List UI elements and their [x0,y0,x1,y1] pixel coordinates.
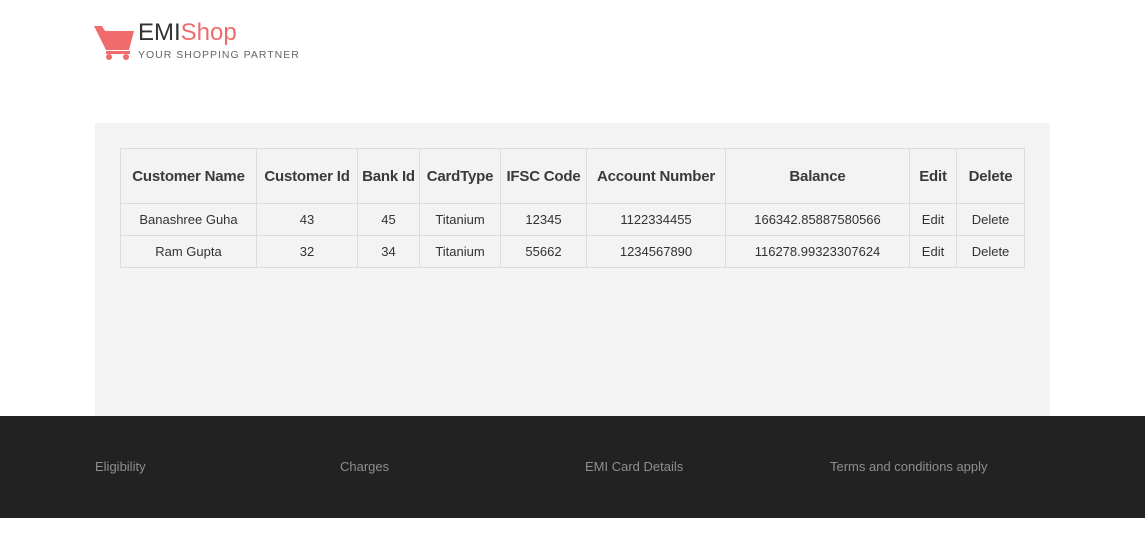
footer-link-emi-card-details[interactable]: EMI Card Details [585,459,683,474]
cell-account-number: 1234567890 [586,235,726,268]
header-card-type: CardType [419,148,501,204]
table-row: Ram Gupta 32 34 Titanium 55662 123456789… [120,235,1025,268]
main-content: Customer Name Customer Id Bank Id CardTy… [95,123,1050,416]
header-delete: Delete [956,148,1025,204]
cell-customer-name: Ram Gupta [120,235,257,268]
cell-account-number: 1122334455 [586,203,726,236]
cell-customer-id: 32 [256,235,358,268]
edit-link[interactable]: Edit [909,203,957,236]
edit-link[interactable]: Edit [909,235,957,268]
page: EMIShop YOUR SHOPPING PARTNER Customer N… [0,0,1145,551]
header-edit: Edit [909,148,957,204]
brand-tagline: YOUR SHOPPING PARTNER [138,49,300,61]
header-customer-name: Customer Name [120,148,257,204]
header-bank-id: Bank Id [357,148,420,204]
table-row: Banashree Guha 43 45 Titanium 12345 1122… [120,203,1025,236]
cell-bank-id: 34 [357,235,420,268]
header-ifsc-code: IFSC Code [500,148,587,204]
footer-link-terms[interactable]: Terms and conditions apply [830,459,988,474]
cell-balance: 166342.85887580566 [725,203,910,236]
cell-card-type: Titanium [419,203,501,236]
cell-customer-name: Banashree Guha [120,203,257,236]
footer: Eligibility Charges EMI Card Details Ter… [0,416,1145,518]
brand-name-emi: EMI [138,19,181,46]
footer-link-charges[interactable]: Charges [340,459,389,474]
header-account-number: Account Number [586,148,726,204]
cell-card-type: Titanium [419,235,501,268]
cell-customer-id: 43 [256,203,358,236]
cell-ifsc-code: 55662 [500,235,587,268]
brand-name-shop: Shop [180,19,237,46]
shopping-cart-icon [94,26,134,60]
delete-link[interactable]: Delete [956,235,1025,268]
brand-name: EMIShop [138,18,237,48]
header-balance: Balance [725,148,910,204]
delete-link[interactable]: Delete [956,203,1025,236]
header-customer-id: Customer Id [256,148,358,204]
site-logo[interactable]: EMIShop YOUR SHOPPING PARTNER [94,18,304,68]
cell-bank-id: 45 [357,203,420,236]
cell-balance: 116278.99323307624 [725,235,910,268]
cell-ifsc-code: 12345 [500,203,587,236]
customer-table: Customer Name Customer Id Bank Id CardTy… [120,148,1025,268]
table-header-row: Customer Name Customer Id Bank Id CardTy… [120,148,1025,204]
footer-link-eligibility[interactable]: Eligibility [95,459,146,474]
